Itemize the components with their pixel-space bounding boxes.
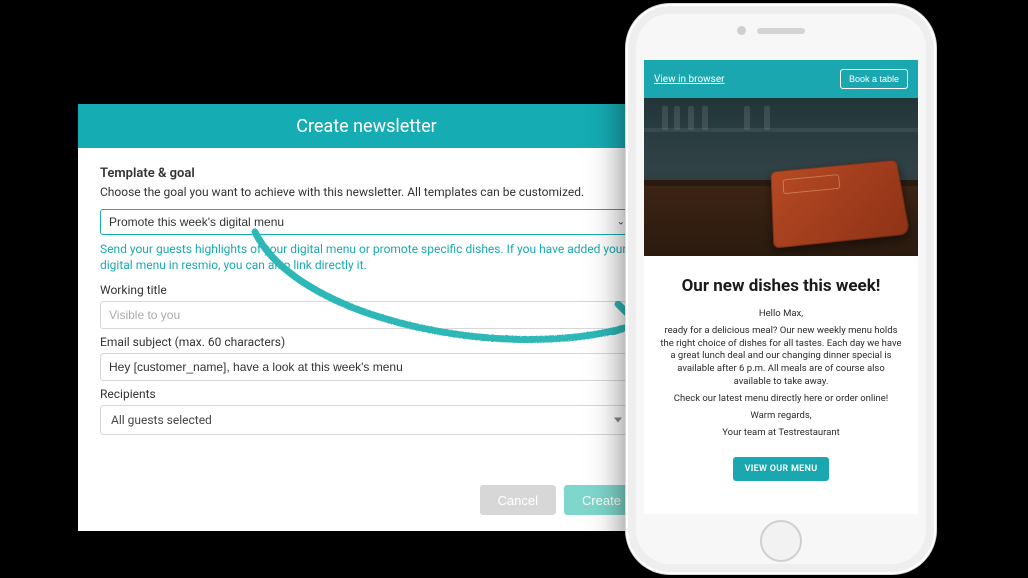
email-paragraph-2: Check our latest menu directly here or o… (658, 393, 904, 406)
cancel-button[interactable]: Cancel (480, 485, 556, 515)
template-helper-text: Send your guests highlights of your digi… (100, 241, 633, 273)
dialog-footer: Cancel Create (78, 479, 655, 531)
dialog-body: Template & goal Choose the goal you want… (78, 148, 655, 479)
menu-book-icon (770, 160, 910, 249)
template-section-desc: Choose the goal you want to achieve with… (100, 185, 633, 199)
phone-mockup: View in browser Book a table Our new dis… (626, 4, 936, 574)
working-title-label: Working title (100, 283, 633, 297)
email-signature: Your team at Testrestaurant (658, 427, 904, 440)
recipients-dropdown-value: All guests selected (111, 413, 212, 427)
dialog-title: Create newsletter (78, 104, 655, 148)
email-top-bar: View in browser Book a table (644, 60, 918, 98)
subject-label: Email subject (max. 60 characters) (100, 335, 633, 349)
book-table-button[interactable]: Book a table (840, 69, 908, 89)
view-in-browser-link[interactable]: View in browser (654, 74, 725, 85)
template-select[interactable]: Promote this week's digital menu (100, 209, 633, 235)
template-section-title: Template & goal (100, 166, 633, 181)
view-menu-button[interactable]: VIEW OUR MENU (733, 457, 830, 481)
caret-down-icon (614, 418, 622, 423)
working-title-input[interactable] (100, 301, 633, 329)
email-preview-screen: View in browser Book a table Our new dis… (644, 60, 918, 514)
email-hero-image (644, 98, 918, 256)
template-select-wrap: Promote this week's digital menu ⌄ (100, 209, 633, 235)
email-regards: Warm regards, (658, 410, 904, 423)
phone-home-button (760, 520, 802, 562)
email-body: Our new dishes this week! Hello Max, rea… (644, 256, 918, 514)
recipients-label: Recipients (100, 387, 633, 401)
subject-input[interactable] (100, 353, 633, 381)
recipients-dropdown[interactable]: All guests selected (100, 405, 633, 435)
email-paragraph-1: ready for a delicious meal? Our new week… (658, 325, 904, 389)
email-headline: Our new dishes this week! (658, 276, 904, 296)
create-newsletter-dialog: Create newsletter Template & goal Choose… (78, 104, 655, 531)
email-greeting: Hello Max, (658, 308, 904, 321)
